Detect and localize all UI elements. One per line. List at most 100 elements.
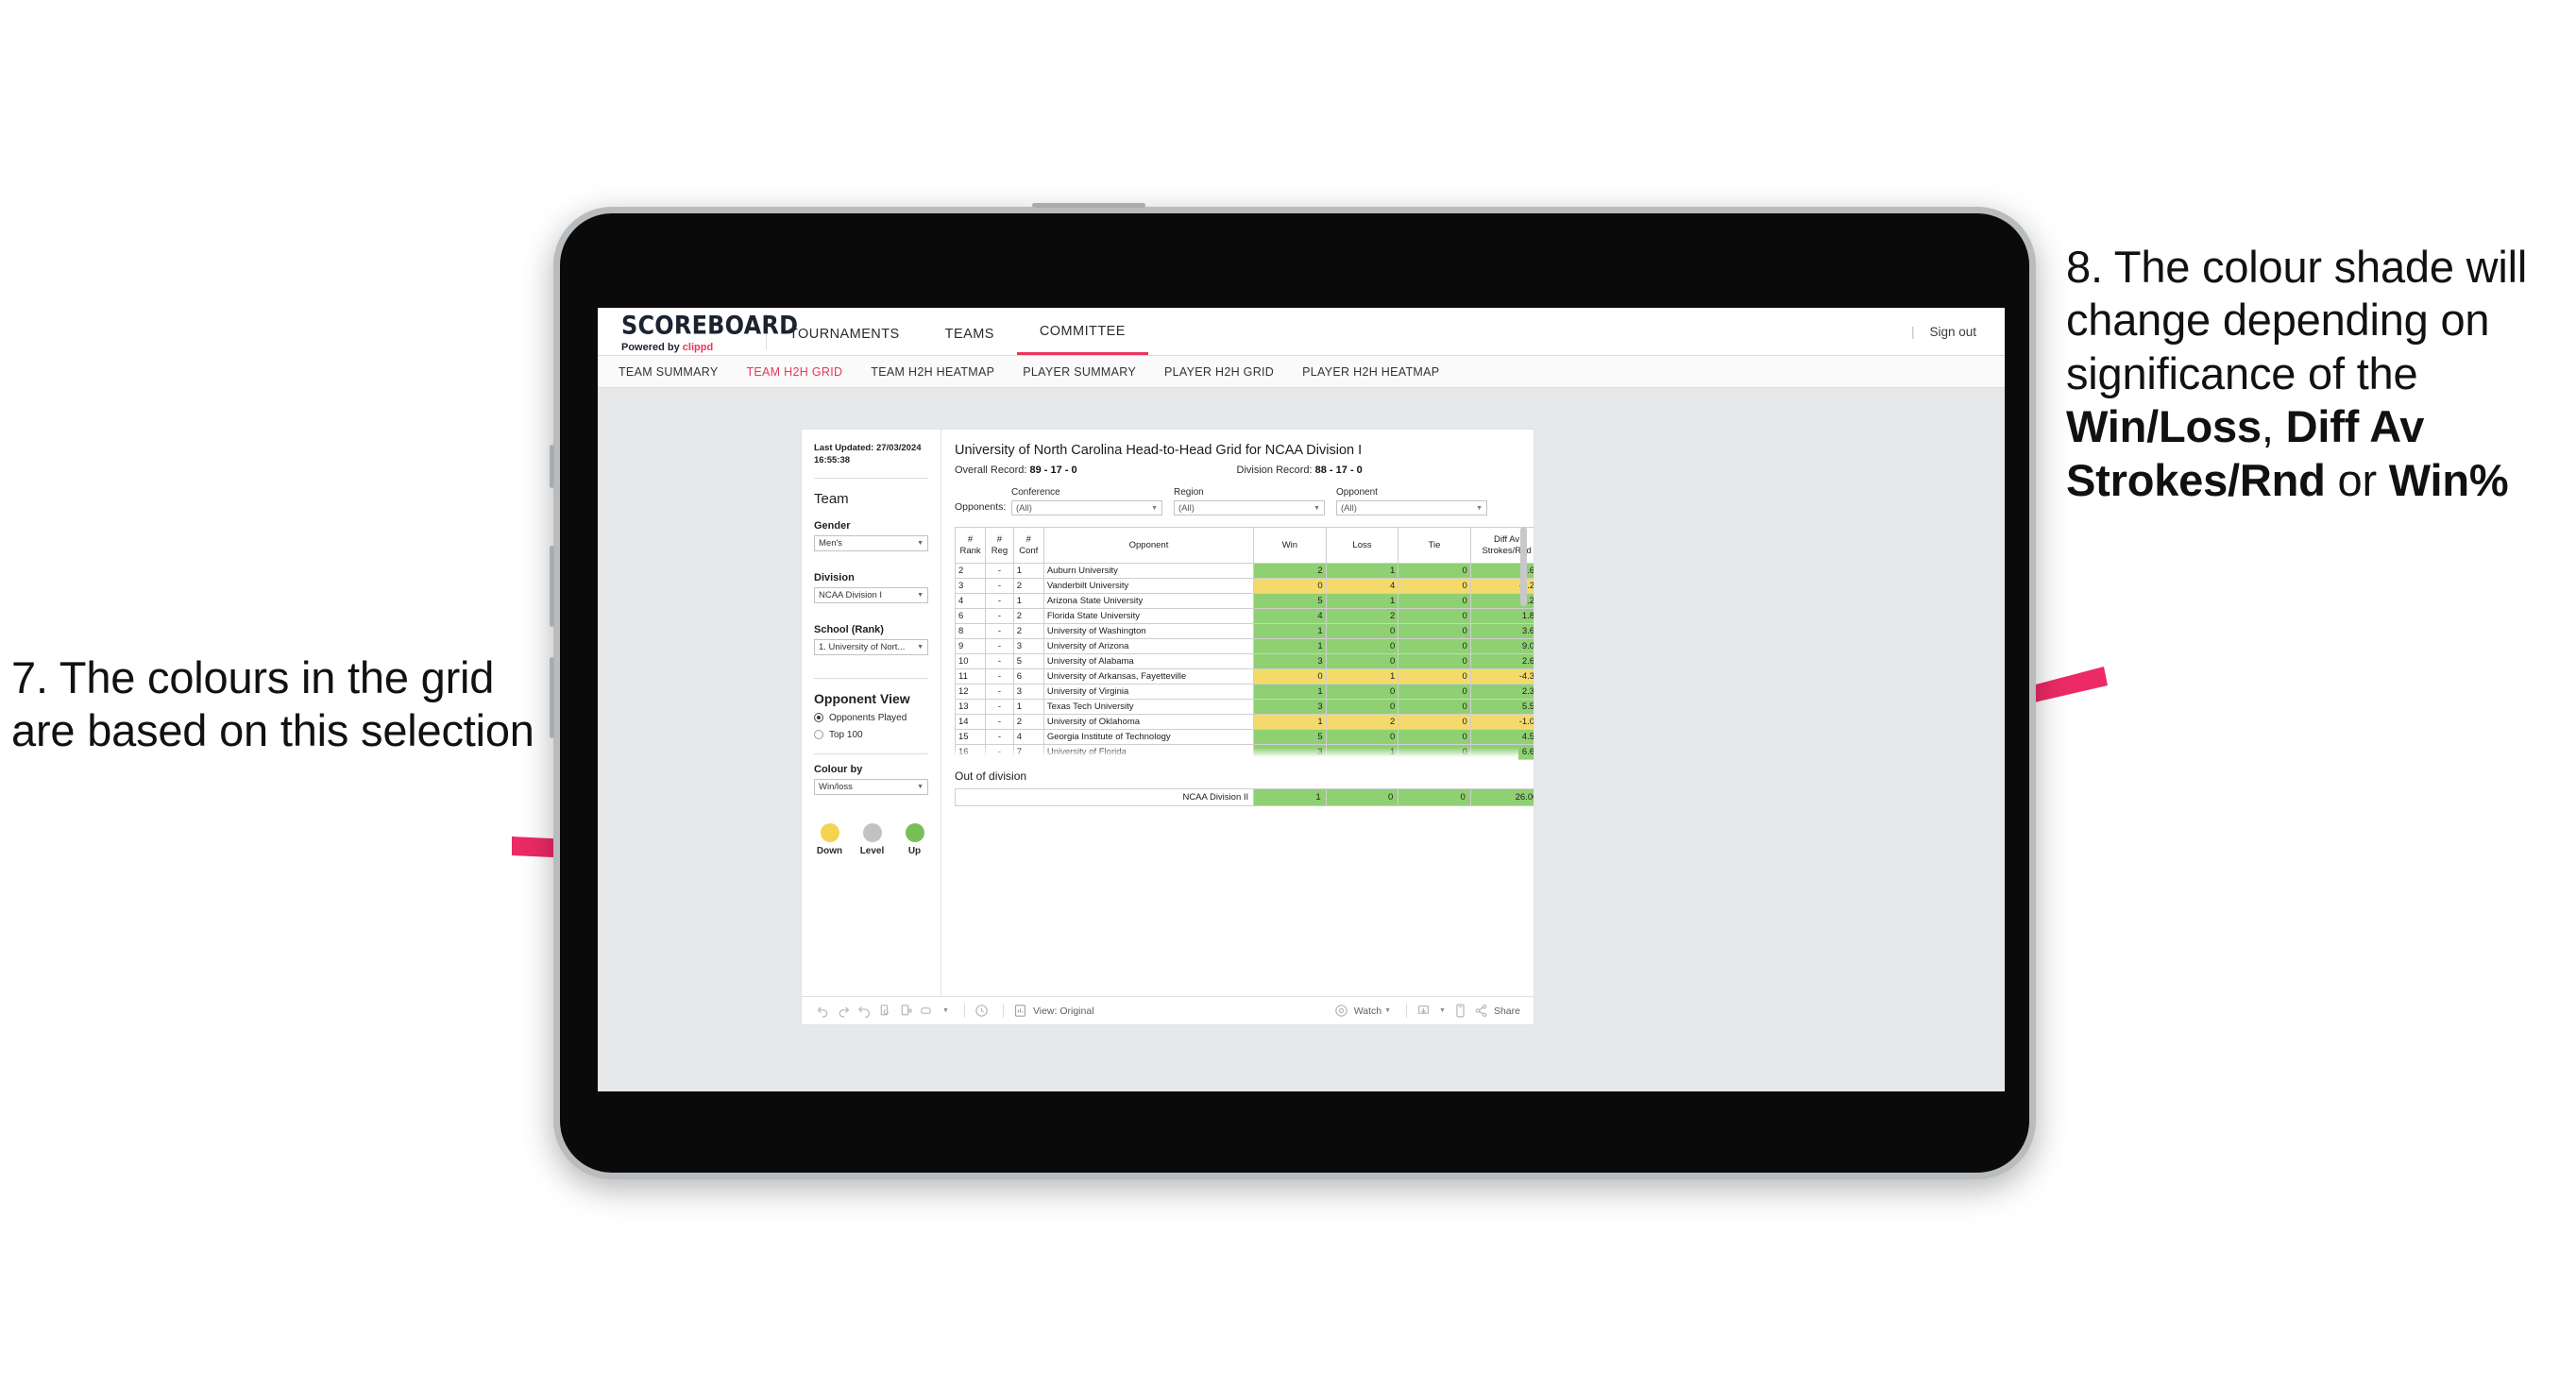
nav-item-teams[interactable]: TEAMS — [923, 327, 1017, 355]
table-row[interactable]: 4-1Arizona State University5102.2817 — [954, 593, 1534, 609]
radio-top-100[interactable]: Top 100 — [814, 730, 928, 740]
sidebar-divider-3 — [814, 752, 928, 754]
table-row[interactable]: 14-2University of Oklahoma120-1.009 — [954, 714, 1534, 730]
custom-views-icon[interactable] — [1012, 1003, 1028, 1019]
opponent-filter-group: Opponent (All) ▼ — [1336, 487, 1487, 516]
opponents-filter-label: Opponents: — [955, 501, 1007, 513]
col-header-rank[interactable]: # Rank — [954, 527, 987, 564]
share-label[interactable]: Share — [1494, 1006, 1520, 1017]
table-row[interactable]: 12-3University of Virginia1002.333 — [954, 684, 1534, 700]
tablet-volume-down-button[interactable] — [550, 657, 554, 738]
school-rank-select[interactable]: 1. University of Nort... ▼ — [814, 638, 928, 655]
grid-vertical-scrollbar[interactable] — [1520, 527, 1527, 606]
cell-loss: 0 — [1325, 623, 1399, 639]
brand-logo[interactable]: SCOREBOARD Powered by clippd — [598, 308, 798, 355]
cell-loss: 2 — [1325, 714, 1399, 730]
signout-link[interactable]: Sign out — [1929, 325, 1976, 339]
view-label[interactable]: View: Original — [1033, 1006, 1094, 1017]
subnav-item-team-h2h-heatmap[interactable]: TEAM H2H HEATMAP — [871, 365, 994, 379]
table-row[interactable]: 13-1Texas Tech University3005.569 — [954, 699, 1534, 715]
annotation-right-part1: 8. The colour shade will change dependin… — [2066, 242, 2528, 398]
undo-icon[interactable] — [815, 1003, 831, 1019]
division-select[interactable]: NCAA Division I ▼ — [814, 586, 928, 603]
subnav-item-player-h2h-grid[interactable]: PLAYER H2H GRID — [1164, 365, 1274, 379]
opponent-filter-value: (All) — [1341, 502, 1357, 514]
opponent-filter-select[interactable]: (All) ▼ — [1336, 500, 1487, 516]
cell-reg: - — [985, 638, 1014, 654]
chevron-down-icon[interactable]: ▼ — [1384, 1007, 1391, 1014]
col-header-tie[interactable]: Tie — [1398, 527, 1471, 564]
chevron-down-icon[interactable]: ▼ — [942, 1007, 949, 1014]
viz-toolbar: ▼ View: Original Watch ▼ ▼ Share — [802, 996, 1534, 1024]
col-header-win[interactable]: Win — [1253, 527, 1327, 564]
cell-win: 5 — [1253, 593, 1327, 609]
chevron-down-icon[interactable]: ▼ — [1439, 1007, 1446, 1014]
gender-label: Gender — [814, 519, 851, 532]
cell-tie: 0 — [1398, 684, 1471, 700]
table-row[interactable]: 2-1Auburn University2101.679 — [954, 563, 1534, 579]
region-filter-value: (All) — [1178, 502, 1195, 514]
cell-win: 3 — [1253, 744, 1327, 760]
cell-loss: 4 — [1325, 578, 1399, 594]
legend-label-up: Up — [907, 845, 922, 856]
table-row[interactable]: 10-5University of Alabama3002.618 — [954, 653, 1534, 669]
col-header-conf[interactable]: # Conf — [1012, 527, 1044, 564]
subnav-item-team-summary[interactable]: TEAM SUMMARY — [619, 365, 718, 379]
watch-icon[interactable] — [1333, 1003, 1349, 1019]
annotation-left-text: 7. The colours in the grid are based on … — [11, 652, 534, 756]
tablet-side-button-1[interactable] — [550, 445, 554, 488]
cell-diff: 9.00 — [1469, 638, 1534, 654]
table-row[interactable]: 11-6 University of Arkansas, Fayetteville… — [954, 668, 1534, 685]
cell-reg: - — [985, 623, 1014, 639]
cell-rank: 14 — [954, 714, 987, 730]
redo-icon[interactable] — [836, 1003, 852, 1019]
cell-loss: 2 — [1325, 608, 1399, 624]
refresh-data-icon[interactable] — [877, 1003, 893, 1019]
share-icon[interactable] — [1473, 1003, 1489, 1019]
signout-separator: | — [1910, 324, 1915, 339]
table-row[interactable]: 15-4 Georgia Institute of Technology 5 0 0 4.… — [954, 729, 1534, 745]
highlight-icon[interactable] — [919, 1003, 935, 1019]
device-layout-icon[interactable] — [1452, 1003, 1468, 1019]
pause-updates-icon[interactable] — [898, 1003, 914, 1019]
watch-label[interactable]: Watch — [1354, 1006, 1381, 1017]
legend-dot-up-icon — [905, 822, 924, 842]
tablet-volume-up-button[interactable] — [550, 546, 554, 627]
col-header-loss[interactable]: Loss — [1325, 527, 1399, 564]
cell-conf: 6 — [1012, 668, 1044, 685]
conference-filter-select[interactable]: (All) ▼ — [1011, 500, 1162, 516]
table-row[interactable]: 16-7University of Florida3106.629 — [954, 744, 1534, 760]
tablet-power-button[interactable] — [1032, 203, 1145, 208]
region-filter-select[interactable]: (All) ▼ — [1174, 500, 1325, 516]
cell-rank: 3 — [954, 578, 987, 594]
alerts-icon[interactable] — [974, 1003, 990, 1019]
radio-opponents-played[interactable]: Opponents Played — [814, 713, 928, 723]
cell-conf: 2 — [1012, 578, 1044, 594]
download-icon[interactable] — [1415, 1003, 1432, 1019]
toolbar-divider-1 — [963, 1004, 965, 1018]
cell-win: 0 — [1253, 578, 1327, 594]
cell-reg: - — [985, 563, 1014, 579]
table-row[interactable]: 3-2Vanderbilt University040-2.298 — [954, 578, 1534, 594]
visualization-body: Last Updated: 27/03/2024 16:55:38 Team G… — [802, 430, 1534, 996]
cell-tie: 0 — [1398, 623, 1471, 639]
subnav-item-player-summary[interactable]: PLAYER SUMMARY — [1023, 365, 1136, 379]
cell-win: 2 — [1253, 563, 1327, 579]
cell-rank: 6 — [954, 608, 987, 624]
table-row[interactable]: 8-2University of Washington1003.673 — [954, 623, 1534, 639]
col-header-reg[interactable]: # Reg — [985, 527, 1014, 564]
subnav-item-team-h2h-grid[interactable]: TEAM H2H GRID — [746, 365, 842, 379]
colour-by-select[interactable]: Win/loss ▼ — [814, 778, 928, 795]
table-row[interactable]: 6-2Florida State University4201.8312 — [954, 608, 1534, 624]
col-header-opponent[interactable]: Opponent — [1042, 527, 1255, 564]
revert-icon[interactable] — [856, 1003, 873, 1019]
cell-opponent: University of Arkansas, Fayetteville — [1042, 668, 1255, 685]
workspace: Last Updated: 27/03/2024 16:55:38 Team G… — [598, 388, 2005, 1091]
table-row[interactable]: 9-3University of Arizona1009.002 — [954, 638, 1534, 654]
gender-select[interactable]: Men's ▼ — [814, 534, 928, 551]
cell-conf: 3 — [1012, 638, 1044, 654]
subnav-item-player-h2h-heatmap[interactable]: PLAYER H2H HEATMAP — [1302, 365, 1439, 379]
table-row[interactable]: NCAA Division II10026.003 — [954, 788, 1534, 806]
h2h-grid-header-row: # Rank # Reg # Conf Opponent Win Loss Tie D… — [954, 527, 1534, 564]
nav-item-committee[interactable]: COMMITTEE — [1016, 324, 1148, 355]
